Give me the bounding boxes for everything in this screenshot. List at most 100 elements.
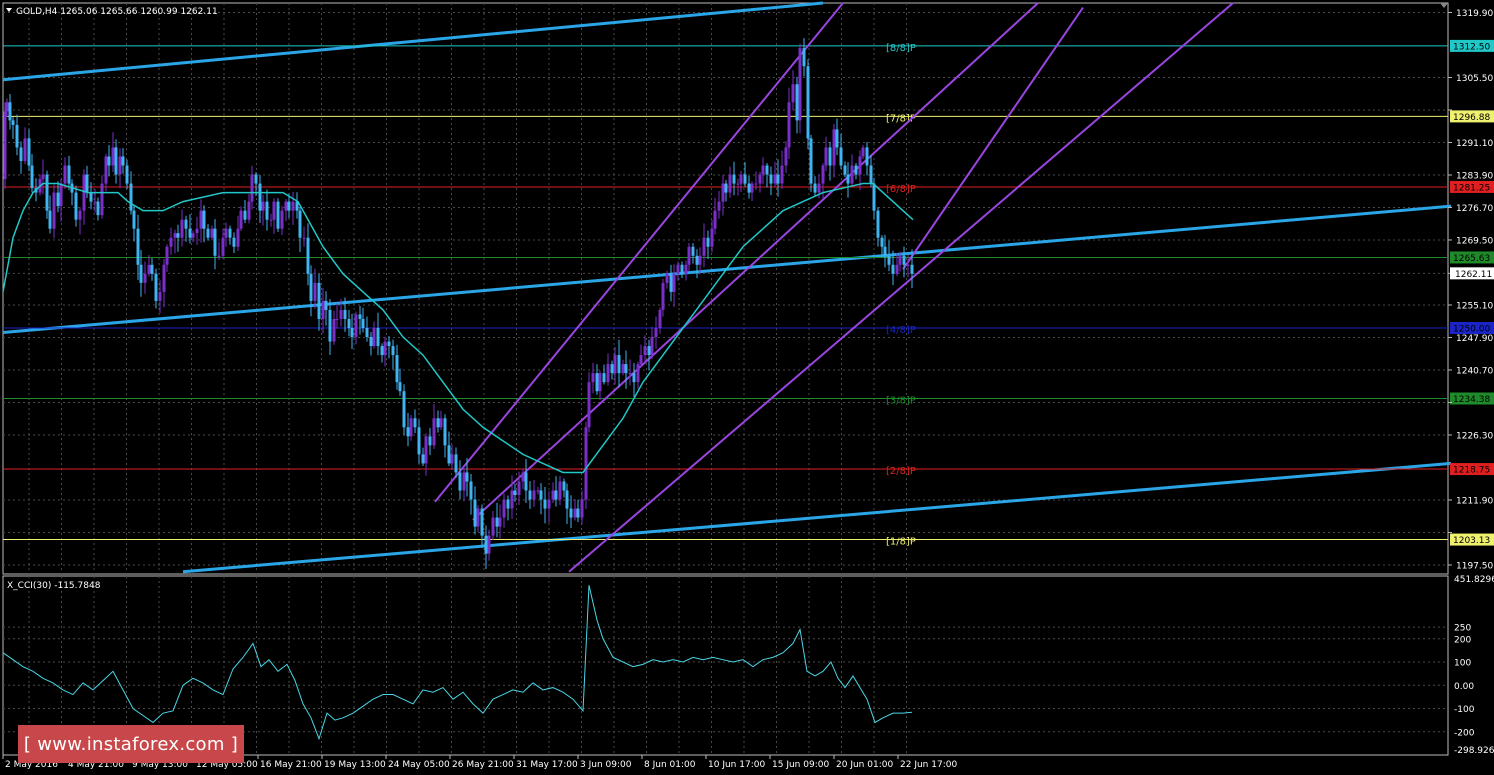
- cci-tick-label: -100: [1454, 705, 1475, 715]
- murrey-level-label: [8/8]P: [886, 43, 916, 54]
- bear-candle: [543, 499, 547, 509]
- bear-candle: [114, 147, 118, 175]
- bear-candle: [869, 165, 873, 184]
- bear-candle: [569, 508, 573, 518]
- bull-candle: [221, 237, 225, 256]
- bull-candle: [191, 233, 195, 238]
- price-tick-label: 1240.70: [1456, 366, 1493, 376]
- bull-candle: [606, 364, 610, 383]
- bull-candle: [858, 156, 862, 175]
- cci-header: X_CCI(30) -115.7848: [7, 581, 101, 591]
- bear-candle: [743, 174, 747, 184]
- bull-candle: [532, 490, 536, 500]
- bull-candle: [158, 291, 162, 301]
- price-level-text: 1234.38: [1453, 395, 1490, 405]
- time-tick-label: 16 May 21:00: [260, 760, 322, 770]
- bear-candle: [691, 246, 695, 256]
- price-tick-label: 1319.90: [1456, 9, 1493, 19]
- bull-candle: [3, 111, 7, 180]
- bear-candle: [202, 210, 206, 229]
- bear-candle: [732, 174, 736, 184]
- bull-candle: [93, 201, 97, 203]
- bear-candle: [30, 165, 34, 189]
- bear-candle: [809, 138, 813, 184]
- bear-candle: [395, 355, 399, 383]
- price-tick-label: 1305.50: [1456, 74, 1493, 84]
- time-tick-label: 10 Jun 17:00: [708, 760, 765, 770]
- bear-candle: [902, 255, 906, 265]
- bull-candle: [104, 156, 108, 184]
- bear-candle: [458, 472, 462, 491]
- bull-candle: [236, 228, 240, 247]
- bear-candle: [565, 490, 569, 509]
- bull-candle: [654, 327, 658, 338]
- bull-candle: [665, 273, 669, 283]
- bull-candle: [521, 472, 525, 482]
- bear-candle: [624, 364, 628, 374]
- price-tick-label: 1211.90: [1456, 496, 1493, 506]
- bull-candle: [162, 264, 166, 292]
- bear-candle: [369, 337, 373, 347]
- bear-candle: [402, 391, 406, 428]
- bull-candle: [210, 228, 214, 238]
- bull-candle: [832, 129, 836, 166]
- bull-candle: [118, 156, 122, 175]
- bull-candle: [409, 418, 413, 437]
- bull-candle: [78, 210, 82, 220]
- bear-candle: [428, 436, 432, 446]
- cci-tick-label: -298.9265: [1454, 746, 1494, 756]
- bull-candle: [761, 165, 765, 175]
- bull-candle: [332, 318, 336, 342]
- bull-candle: [272, 201, 276, 220]
- bull-candle: [372, 327, 376, 347]
- price-level-text: 1296.88: [1453, 113, 1490, 123]
- bull-candle: [573, 508, 577, 518]
- time-tick-label: 26 May 21:00: [452, 760, 514, 770]
- bull-candle: [5, 102, 9, 112]
- bull-candle: [628, 373, 632, 375]
- bear-candle: [506, 499, 510, 509]
- price-tick-label: 1197.50: [1456, 561, 1493, 571]
- bull-candle: [717, 201, 721, 211]
- bear-candle: [89, 192, 93, 202]
- bear-candle: [188, 228, 192, 238]
- bull-candle: [587, 382, 591, 428]
- bear-candle: [610, 364, 614, 374]
- bull-candle: [224, 228, 228, 238]
- cci-tick-label: 100: [1454, 659, 1471, 669]
- bull-candle: [510, 490, 514, 509]
- bear-candle: [747, 183, 751, 193]
- bull-candle: [354, 314, 358, 338]
- bull-candle: [261, 201, 265, 211]
- bull-candle: [773, 174, 777, 184]
- bear-candle: [495, 517, 499, 527]
- bear-candle: [85, 174, 89, 193]
- bear-candle: [802, 48, 806, 67]
- bear-candle: [11, 120, 15, 125]
- bear-candle: [350, 327, 354, 338]
- bear-candle: [806, 66, 810, 139]
- bear-candle: [473, 499, 477, 527]
- bull-candle: [713, 210, 717, 229]
- bull-candle: [432, 418, 436, 446]
- bear-candle: [865, 147, 869, 166]
- bull-candle: [284, 201, 288, 211]
- bear-candle: [436, 418, 440, 428]
- bear-candle: [361, 318, 365, 328]
- bear-candle: [854, 165, 858, 175]
- bull-candle: [383, 341, 387, 356]
- bear-candle: [839, 147, 843, 166]
- bear-candle: [647, 346, 651, 356]
- bear-candle: [891, 264, 895, 274]
- time-tick-label: 19 May 13:00: [324, 760, 386, 770]
- bull-candle: [698, 255, 702, 265]
- bull-candle: [817, 183, 821, 193]
- bear-candle: [417, 427, 421, 455]
- bull-candle: [551, 490, 555, 500]
- bear-candle: [765, 165, 769, 175]
- time-tick-label: 3 Jun 09:00: [580, 760, 632, 770]
- bull-candle: [643, 346, 647, 356]
- bear-candle: [480, 508, 484, 536]
- bull-candle: [636, 364, 640, 383]
- price-level-text: 1312.50: [1453, 42, 1490, 52]
